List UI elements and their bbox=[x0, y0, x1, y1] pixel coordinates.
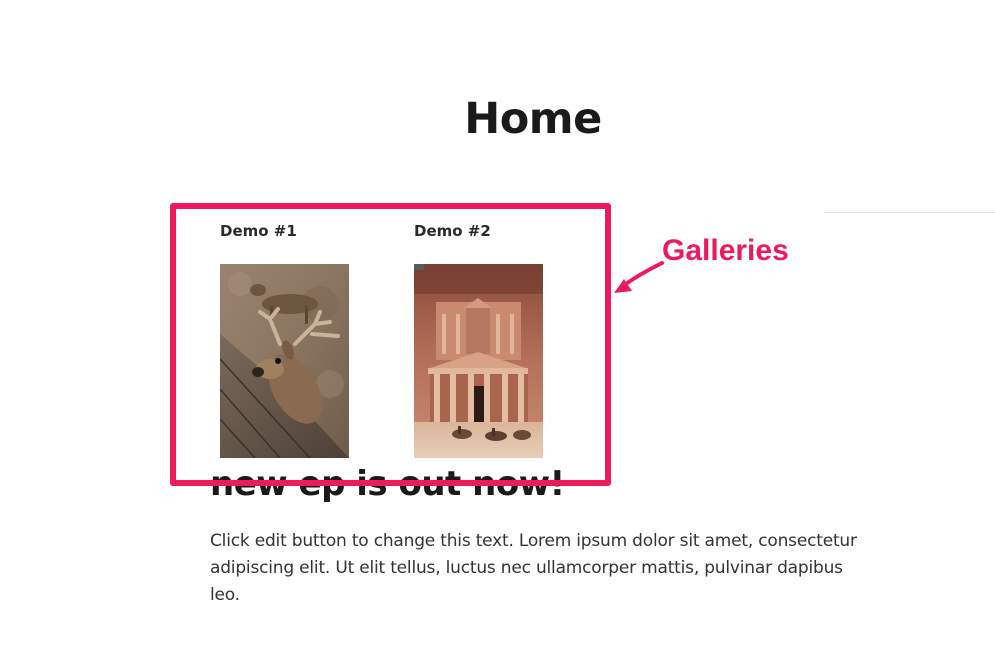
page: Home Demo #1 Demo #2 new ep is out now! … bbox=[0, 0, 995, 656]
gallery-thumbnail-petra[interactable] bbox=[414, 264, 543, 458]
deer-image bbox=[220, 264, 349, 458]
petra-image bbox=[414, 264, 543, 458]
divider bbox=[824, 212, 995, 213]
gallery-demo-2: Demo #2 bbox=[414, 220, 543, 458]
gallery-title: Demo #1 bbox=[220, 222, 297, 240]
arrow-icon bbox=[614, 261, 664, 293]
post-body-text: Click edit button to change this text. L… bbox=[210, 531, 857, 605]
galleries-callout-label: Galleries bbox=[662, 234, 789, 267]
gallery-thumbnail-deer[interactable] bbox=[220, 264, 349, 458]
gallery-title: Demo #2 bbox=[414, 222, 491, 240]
page-title: Home bbox=[464, 94, 602, 144]
gallery-demo-1: Demo #1 bbox=[220, 220, 349, 458]
post-headline: new ep is out now! bbox=[210, 464, 565, 504]
